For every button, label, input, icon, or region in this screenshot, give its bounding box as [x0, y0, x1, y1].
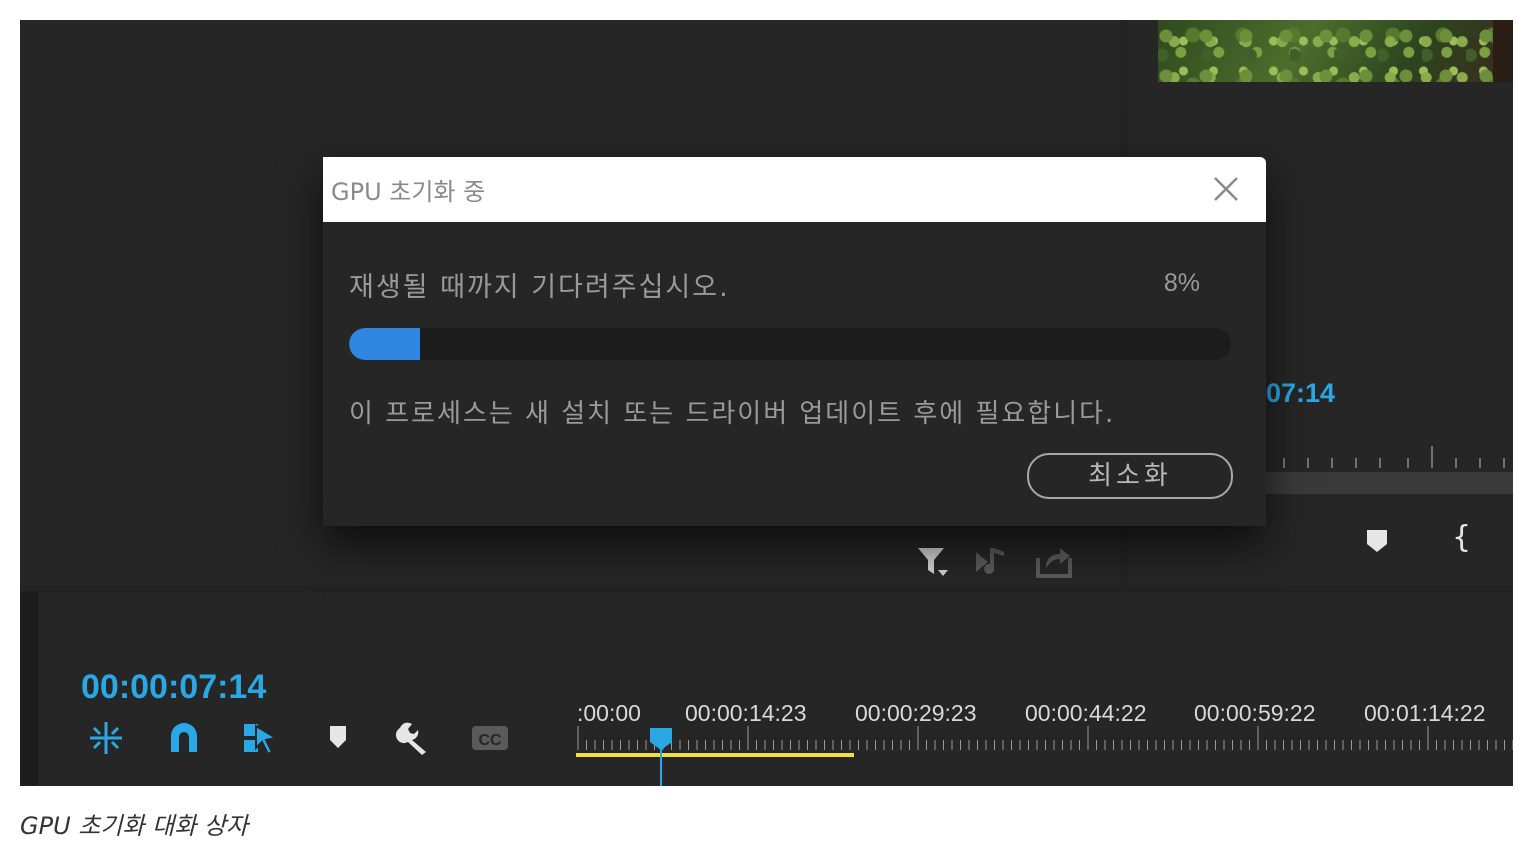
snap-magnet-icon[interactable] [164, 720, 204, 756]
timeline-timecode[interactable]: 00:00:07:14 [81, 668, 266, 707]
work-area-bar[interactable] [576, 753, 854, 757]
add-marker-icon[interactable] [318, 720, 358, 756]
dialog-title-bar[interactable]: GPU 초기화 중 [323, 157, 1266, 222]
linked-selection-icon[interactable] [240, 720, 280, 756]
app-window: 07:14 { 00:00:07:14 CC:00:00 00:00:14:2… [20, 20, 1513, 786]
wrench-settings-icon[interactable] [394, 720, 434, 756]
mark-in-icon[interactable]: { [1452, 520, 1471, 555]
ruler-label: :00:00 [577, 700, 641, 726]
playhead[interactable] [649, 726, 673, 786]
gpu-init-dialog: GPU 초기화 중 재생될 때까지 기다려주십시오. 8% 이 프로세스는 새 … [323, 157, 1266, 526]
program-monitor-ruler[interactable] [1266, 444, 1513, 470]
add-marker-icon[interactable] [1366, 528, 1388, 554]
ruler-label: 00:00:29:23 [855, 700, 977, 726]
export-frame-icon[interactable] [1034, 544, 1074, 580]
insert-nested-icon[interactable] [86, 720, 126, 756]
figure-caption: GPU 초기화 대화 상자 [20, 812, 249, 840]
filter-icon[interactable] [914, 544, 954, 580]
progress-bar [349, 328, 1231, 360]
dialog-info-text: 이 프로세스는 새 설치 또는 드라이버 업데이트 후에 필요합니다. [349, 399, 1116, 429]
ruler-label: 00:00:44:22 [1025, 700, 1147, 726]
timeline-panel-edge [20, 592, 38, 786]
program-monitor-preview [1158, 20, 1513, 82]
dialog-message: 재생될 때까지 기다려주십시오. [349, 272, 730, 303]
close-icon[interactable] [1210, 173, 1242, 205]
progress-fill [349, 328, 420, 360]
program-monitor-timecode[interactable]: 07:14 [1266, 378, 1335, 409]
program-monitor-scrollbar[interactable] [1266, 472, 1513, 494]
minimize-button[interactable]: 최소화 [1027, 453, 1233, 499]
progress-percent: 8% [1163, 269, 1200, 297]
captions-cc-icon[interactable]: CC [470, 720, 510, 756]
ruler-label: 00:01:14:22 [1364, 700, 1486, 726]
svg-text:CC: CC [478, 732, 502, 749]
audio-output-icon[interactable] [974, 544, 1014, 580]
ruler-label: 00:00:14:23 [685, 700, 807, 726]
ruler-label: 00:00:59:22 [1194, 700, 1316, 726]
dialog-title: GPU 초기화 중 [331, 178, 486, 206]
